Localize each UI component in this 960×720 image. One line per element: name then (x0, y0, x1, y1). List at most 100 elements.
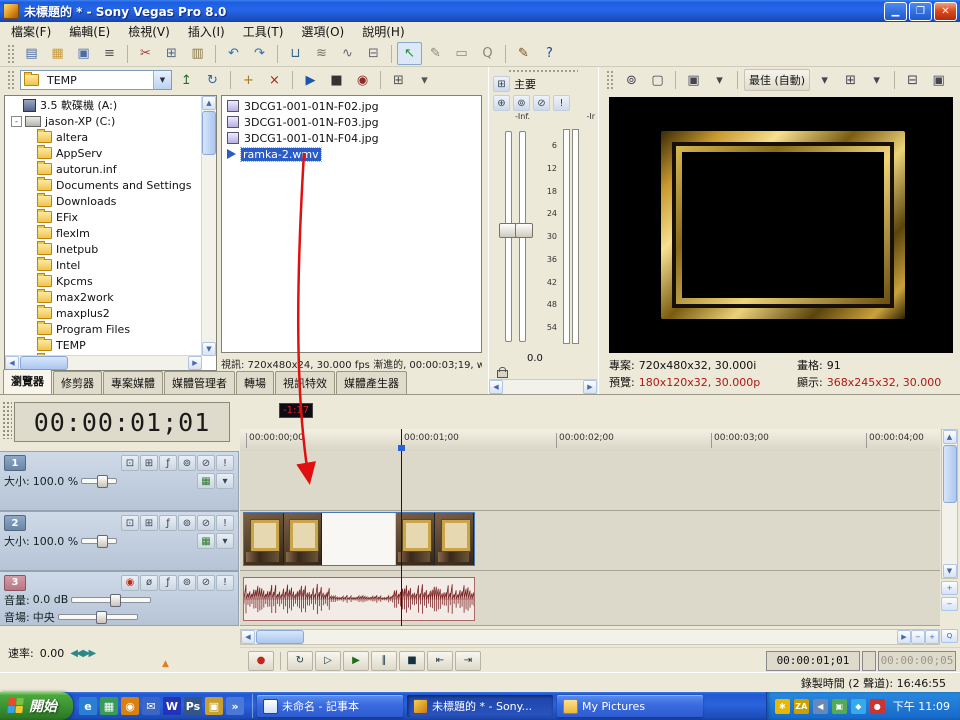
overlay-dropdown-arrow-icon[interactable]: ▾ (707, 69, 732, 92)
panel-grip[interactable] (606, 70, 614, 90)
scrollbar-thumb[interactable] (202, 111, 216, 155)
automation-settings-icon[interactable]: ⊚ (178, 455, 196, 471)
zoom-out-time-button[interactable]: − (911, 630, 925, 644)
go-to-start-button[interactable]: ⇤ (427, 651, 453, 671)
file-item[interactable]: 3DCG1-001-01N-F04.jpg (222, 130, 481, 146)
scroll-right-icon[interactable]: ▶ (188, 356, 202, 370)
fader-handle[interactable] (515, 223, 533, 238)
selection-length-display[interactable]: 00:00:00;05 (878, 651, 956, 671)
scroll-down-icon[interactable]: ▼ (943, 564, 957, 578)
panel-grip[interactable] (2, 401, 12, 439)
taskbar-task[interactable]: My Pictures (557, 695, 703, 717)
folder-combo[interactable]: TEMP ▼ (20, 70, 172, 90)
menu-item[interactable]: 編輯(E) (60, 21, 119, 42)
file-item[interactable]: 3DCG1-001-01N-F02.jpg (222, 98, 481, 114)
stop-button[interactable]: ■ (399, 651, 425, 671)
grid-dropdown-arrow-icon[interactable]: ▾ (864, 69, 889, 92)
script-icon[interactable]: ✎ (511, 42, 536, 65)
track-header-3[interactable]: 3 ◉øƒ⊚⊘! 音量: 0.0 dB 音場: 中央 (0, 571, 239, 626)
tab-6[interactable]: 視訊特效 (275, 371, 335, 394)
track-header-2[interactable]: 2 ⊡⊞ƒ⊚⊘! 大小: 100.0 % ▦▾ (0, 511, 239, 571)
ie-icon[interactable]: e (79, 697, 97, 715)
track-fx-icon[interactable]: ƒ (159, 455, 177, 471)
tree-item[interactable]: flexlm (5, 225, 202, 241)
media-player-icon[interactable]: ◉ (121, 697, 139, 715)
delete-icon[interactable]: × (262, 69, 287, 92)
mute-icon[interactable]: ⊘ (197, 455, 215, 471)
antivirus-icon[interactable]: ● (870, 699, 885, 714)
tab-4[interactable]: 媒體管理者 (164, 371, 235, 394)
track-fx-icon[interactable]: ƒ (159, 575, 177, 591)
save-snapshot-icon[interactable]: ▣ (926, 69, 951, 92)
maximize-button[interactable]: ❐ (909, 2, 932, 21)
zoom-out-track-height-button[interactable]: − (941, 597, 958, 611)
record-arm-icon[interactable]: ◉ (121, 575, 139, 591)
marker-bar[interactable] (240, 395, 940, 430)
show-desktop-icon[interactable]: ▦ (100, 697, 118, 715)
rate-marker-icon[interactable]: ▲ (162, 659, 169, 669)
solo-icon[interactable]: ! (216, 575, 234, 591)
up-one-level-icon[interactable]: ↥ (174, 69, 199, 92)
video-overlay-icon[interactable]: ▣ (681, 69, 706, 92)
tree-item[interactable]: Intel (5, 257, 202, 273)
slider-knob[interactable] (96, 611, 107, 624)
start-preview-icon[interactable]: ▶ (298, 69, 323, 92)
play-from-start-button[interactable]: ▷ (315, 651, 341, 671)
tree-item[interactable]: EFix (5, 209, 202, 225)
mixer-views-icon[interactable]: ⊞ (493, 76, 510, 92)
track-fx-icon[interactable]: ƒ (159, 515, 177, 531)
slider-knob[interactable] (110, 594, 121, 607)
tree-horizontal-scrollbar[interactable]: ◀ ▶ (5, 355, 202, 370)
audio-event[interactable] (243, 577, 475, 621)
cursor-position-display[interactable]: 00:00:01;01 (766, 651, 860, 671)
tree-item[interactable]: 3.5 軟碟機 (A:) (5, 97, 202, 113)
mute-output-icon[interactable]: ⊘ (533, 95, 550, 111)
dim-output-icon[interactable]: ! (553, 95, 570, 111)
play-button[interactable]: ▶ (343, 651, 369, 671)
scroll-left-icon[interactable]: ◀ (489, 380, 503, 394)
tree-item[interactable]: autorun.inf (5, 161, 202, 177)
more-toolbars-icon[interactable]: » (226, 697, 244, 715)
track-volume-slider[interactable] (71, 597, 151, 603)
tree-vertical-scrollbar[interactable]: ▲ ▼ (201, 96, 216, 356)
compositing-mode-icon[interactable]: ▦ (197, 473, 215, 489)
tree-item[interactable]: Program Files (5, 321, 202, 337)
volume-icon[interactable]: ◀ (813, 699, 828, 714)
tab-2[interactable]: 修剪器 (53, 371, 102, 394)
messenger-icon[interactable]: ◆ (851, 699, 866, 714)
normal-edit-tool-icon[interactable]: ↖ (397, 42, 422, 65)
enable-snapping-icon[interactable]: ⊔ (283, 42, 308, 65)
zoom-in-time-button[interactable]: + (925, 630, 939, 644)
track-lanes[interactable] (240, 451, 940, 626)
word-icon[interactable]: W (163, 697, 181, 715)
record-button[interactable]: ● (248, 651, 274, 671)
zonealarm-icon[interactable]: ZA (794, 699, 809, 714)
zoom-in-track-height-button[interactable]: + (941, 581, 958, 595)
menu-item[interactable]: 插入(I) (179, 21, 234, 42)
edit-cursor-head[interactable] (398, 445, 405, 451)
scroll-left-icon[interactable]: ◀ (241, 630, 255, 644)
track-number[interactable]: 1 (4, 455, 26, 471)
network-icon[interactable]: ▣ (832, 699, 847, 714)
scroll-up-icon[interactable]: ▲ (202, 96, 216, 110)
copy-icon[interactable]: ⊞ (159, 42, 184, 65)
scroll-right-icon[interactable]: ▶ (583, 380, 597, 394)
invert-phase-icon[interactable]: ø (140, 575, 158, 591)
scroll-right-icon[interactable]: ▶ (897, 630, 911, 644)
insert-bus-icon[interactable]: ⊕ (493, 95, 510, 111)
mixer-scrollbar[interactable]: ◀ ▶ (489, 379, 597, 394)
quality-dropdown-arrow-icon[interactable]: ▾ (812, 69, 837, 92)
tab-1[interactable]: 瀏覽器 (3, 369, 52, 394)
tree-item[interactable]: maxplus2 (5, 305, 202, 321)
ignore-event-grouping-icon[interactable]: ⊟ (361, 42, 386, 65)
tab-3[interactable]: 專案媒體 (103, 371, 163, 394)
tree-item[interactable]: altera (5, 129, 202, 145)
project-properties-icon[interactable]: ≡ (97, 42, 122, 65)
tree-item[interactable]: -jason-XP (C:) (5, 113, 202, 129)
scroll-up-icon[interactable]: ▲ (943, 430, 957, 444)
project-video-properties-icon[interactable]: ⊚ (619, 69, 644, 92)
mute-icon[interactable]: ⊘ (197, 515, 215, 531)
compositing-mode-icon[interactable]: ▦ (197, 533, 215, 549)
envelope-edit-tool-icon[interactable]: ✎ (423, 42, 448, 65)
photoshop-icon[interactable]: Ps (184, 697, 202, 715)
